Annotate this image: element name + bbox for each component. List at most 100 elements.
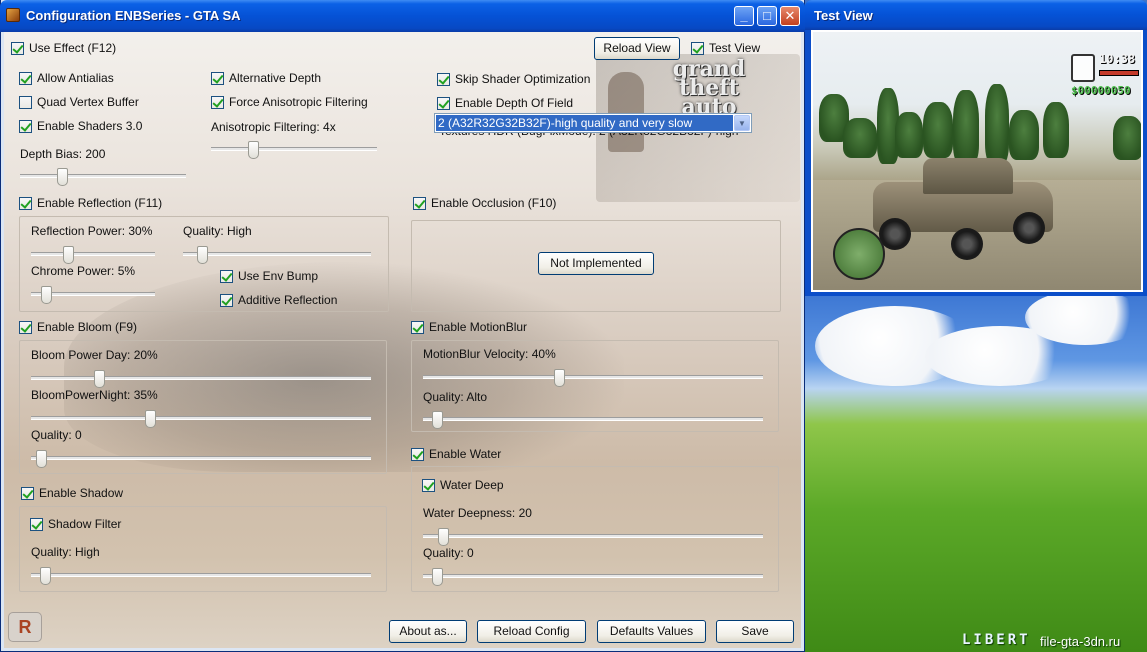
reflection-quality-thumb[interactable]	[196, 246, 208, 264]
skip-shader-opt-box[interactable]	[437, 72, 450, 86]
hud-money: $00000050	[1071, 84, 1131, 97]
enable-water-box[interactable]	[411, 447, 424, 461]
reflection-quality-slider[interactable]	[183, 246, 371, 264]
enable-shaders-box[interactable]	[19, 119, 32, 133]
shadow-filter-box[interactable]	[30, 517, 43, 531]
enable-occlusion-box[interactable]	[413, 196, 426, 210]
enable-water-label: Enable Water	[429, 447, 502, 461]
depth-bias-label: Depth Bias: 200	[20, 147, 106, 161]
shadow-filter-checkbox[interactable]: Shadow Filter	[30, 517, 121, 531]
depth-bias-thumb[interactable]	[56, 168, 68, 186]
enable-shadow-box[interactable]	[21, 486, 34, 500]
water-deep-box[interactable]	[422, 478, 435, 492]
enable-bloom-box[interactable]	[19, 320, 32, 334]
use-env-bump-label: Use Env Bump	[238, 269, 319, 283]
hud-health-bar	[1099, 70, 1139, 76]
game-truck-wheel	[1013, 212, 1045, 244]
game-tree	[985, 84, 1009, 164]
test-view-title: Test View	[814, 8, 873, 23]
enable-bloom-label: Enable Bloom (F9)	[37, 320, 138, 334]
not-implemented-button[interactable]: Not Implemented	[538, 252, 654, 275]
water-deep-checkbox[interactable]: Water Deep	[422, 478, 504, 492]
water-deepness-label: Water Deepness: 20	[423, 506, 532, 520]
alternative-depth-checkbox[interactable]: Alternative Depth	[211, 71, 321, 85]
shadow-quality-thumb[interactable]	[39, 567, 51, 585]
enable-shaders-checkbox[interactable]: Enable Shaders 3.0	[19, 119, 142, 133]
bloom-quality-label: Quality: 0	[31, 428, 82, 442]
motionblur-velocity-thumb[interactable]	[554, 369, 565, 387]
depth-bias-slider[interactable]	[20, 168, 186, 186]
water-deepness-slider[interactable]	[423, 528, 763, 546]
enable-motionblur-checkbox[interactable]: Enable MotionBlur	[411, 320, 527, 334]
chrome-power-thumb[interactable]	[40, 286, 52, 304]
gta-logo: grand theft auto	[672, 56, 746, 120]
chevron-down-icon[interactable]: ▼	[734, 115, 750, 131]
textures-hdr-selected: 2 (A32R32G32B32F)-high quality and very …	[436, 115, 733, 131]
enable-reflection-box[interactable]	[19, 196, 32, 210]
use-env-bump-checkbox[interactable]: Use Env Bump	[220, 269, 318, 283]
alternative-depth-box[interactable]	[211, 71, 224, 85]
bloom-night-slider[interactable]	[31, 410, 371, 428]
bloom-day-slider[interactable]	[31, 370, 371, 388]
reflection-power-slider[interactable]	[31, 246, 155, 264]
desktop-logo: LIBERT	[962, 632, 1031, 648]
rockstar-logo: R	[8, 612, 42, 642]
enable-occlusion-checkbox[interactable]: Enable Occlusion (F10)	[413, 196, 556, 210]
enable-dof-box[interactable]	[437, 96, 450, 110]
use-effect-box[interactable]	[11, 41, 24, 55]
close-button[interactable]: ✕	[780, 6, 800, 26]
quad-vertex-buffer-box[interactable]	[19, 95, 32, 109]
defaults-values-button[interactable]: Defaults Values	[597, 620, 706, 643]
game-tree	[1009, 110, 1039, 160]
additive-reflection-checkbox[interactable]: Additive Reflection	[220, 293, 337, 307]
enable-dof-checkbox[interactable]: Enable Depth Of Field	[437, 96, 573, 110]
motionblur-quality-thumb[interactable]	[431, 411, 443, 429]
about-button[interactable]: About as...	[389, 620, 467, 643]
use-env-bump-box[interactable]	[220, 269, 233, 283]
chrome-power-slider[interactable]	[31, 286, 155, 304]
shadow-quality-slider[interactable]	[31, 567, 371, 585]
motionblur-velocity-slider[interactable]	[423, 369, 763, 387]
bloom-quality-slider[interactable]	[31, 450, 371, 468]
maximize-button[interactable]: □	[757, 6, 777, 26]
additive-reflection-label: Additive Reflection	[238, 293, 338, 307]
enable-bloom-checkbox[interactable]: Enable Bloom (F9)	[19, 320, 137, 334]
enable-water-checkbox[interactable]: Enable Water	[411, 447, 501, 461]
water-quality-slider[interactable]	[423, 568, 763, 586]
hud-time: 10:38	[1099, 52, 1136, 66]
enable-motionblur-box[interactable]	[411, 320, 424, 334]
water-deepness-thumb[interactable]	[438, 528, 450, 546]
reflection-power-thumb[interactable]	[63, 246, 75, 264]
aniso-filtering-thumb[interactable]	[247, 141, 259, 159]
bloom-quality-thumb[interactable]	[36, 450, 48, 468]
enable-shadow-label: Enable Shadow	[39, 486, 124, 500]
bloom-night-thumb[interactable]	[145, 410, 156, 428]
bloom-day-thumb[interactable]	[94, 370, 105, 388]
hud-fist-icon	[1071, 54, 1095, 82]
force-aniso-checkbox[interactable]: Force Anisotropic Filtering	[211, 95, 368, 109]
skip-shader-opt-checkbox[interactable]: Skip Shader Optimization	[437, 72, 590, 86]
water-quality-thumb[interactable]	[431, 568, 443, 586]
reflection-quality-label: Quality: High	[183, 224, 252, 238]
minimize-button[interactable]: _	[734, 6, 754, 26]
reload-view-button[interactable]: Reload View	[594, 37, 680, 60]
water-quality-label: Quality: 0	[423, 546, 474, 560]
config-window-title: Configuration ENBSeries - GTA SA	[26, 8, 241, 23]
desktop-url-watermark: file-gta-3dn.ru	[1040, 634, 1121, 649]
app-icon[interactable]	[6, 8, 20, 22]
use-effect-checkbox[interactable]: Use Effect (F12)	[11, 41, 116, 55]
reload-config-button[interactable]: Reload Config	[477, 620, 586, 643]
quad-vertex-buffer-checkbox[interactable]: Quad Vertex Buffer	[19, 95, 139, 109]
additive-reflection-box[interactable]	[220, 293, 233, 307]
allow-antialias-checkbox[interactable]: Allow Antialias	[19, 71, 114, 85]
enable-reflection-checkbox[interactable]: Enable Reflection (F11)	[19, 196, 162, 210]
test-view-box[interactable]	[691, 41, 704, 55]
textures-hdr-dropdown[interactable]: 2 (A32R32G32B32F)-high quality and very …	[434, 113, 752, 133]
save-button[interactable]: Save	[716, 620, 794, 643]
allow-antialias-box[interactable]	[19, 71, 32, 85]
test-view-checkbox[interactable]: Test View	[691, 41, 760, 55]
force-aniso-box[interactable]	[211, 95, 224, 109]
aniso-filtering-slider[interactable]	[211, 141, 377, 159]
enable-shadow-checkbox[interactable]: Enable Shadow	[21, 486, 123, 500]
motionblur-quality-slider[interactable]	[423, 411, 763, 429]
